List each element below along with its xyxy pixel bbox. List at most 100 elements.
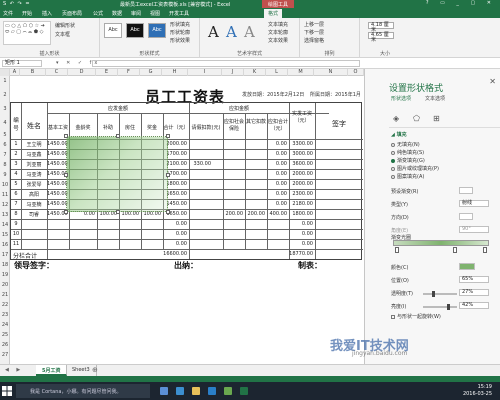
bring-forward-button[interactable]: 上移一层 [304,21,324,28]
row-header[interactable]: 3 [0,106,10,112]
row-header[interactable]: 17 [0,252,10,258]
row-leave-deduct[interactable]: 330.00 [189,161,212,167]
add-sheet-icon[interactable]: ⊕ [92,366,98,374]
wordart-style-gray[interactable]: A [244,23,255,41]
slider-thumb[interactable] [432,291,435,297]
text-box-button[interactable]: 文本框 [55,31,70,38]
slider-thumb[interactable] [447,304,450,310]
row-total[interactable]: 0.00 [163,241,187,247]
transparency-input[interactable]: 27% [459,289,489,296]
column-header[interactable]: G [140,69,162,76]
row-basic[interactable]: 1450.00 [47,191,68,197]
edit-shape-button[interactable]: 编辑形状 [55,22,75,29]
tab-format[interactable]: 格式 [264,9,283,18]
selection-pane-button[interactable]: 选择窗格 [304,37,324,44]
sheet-nav-arrows[interactable]: ◀ ▶ [5,367,23,373]
row-header[interactable]: 13 [0,212,10,218]
row-basic[interactable]: 1450.00 [47,141,68,147]
row-header[interactable]: 18 [0,262,10,268]
style-button-blue[interactable]: Abc [148,23,166,38]
row-name[interactable]: 刘亚丽 [21,161,47,168]
sheet-tab-may-salary[interactable]: 5月工资 [36,365,68,376]
column-header[interactable]: B [20,69,46,76]
column-header[interactable]: N [314,69,348,76]
transparency-slider[interactable] [423,291,457,297]
row-header[interactable]: 9 [0,172,10,178]
row-actual[interactable]: 2000.00 [289,181,313,187]
resize-handle[interactable] [166,134,170,138]
row-deduct-total[interactable]: 0.00 [267,161,287,167]
row-header[interactable]: 14 [0,222,10,228]
row-name[interactable]: 马亚楠 [21,201,47,208]
shape-effects-button[interactable]: 形状效果 [170,37,190,44]
tab-file[interactable]: 文件 [3,9,13,18]
row-name[interactable]: 王立明 [21,141,47,148]
edge-icon[interactable] [176,387,184,395]
column-header[interactable]: D [68,69,96,76]
row-header[interactable]: 10 [0,182,10,188]
column-header[interactable]: C [46,69,68,76]
row-actual[interactable]: 0.00 [289,231,313,237]
row-deduct-total[interactable]: 0.00 [267,191,287,197]
gradient-stop-handle[interactable] [483,247,487,253]
text-effects-button[interactable]: 文本效果 [268,37,288,44]
store-icon[interactable] [208,387,216,395]
name-box[interactable]: 矩形 1 [2,60,42,67]
close-icon[interactable]: ✕ [489,77,496,86]
brightness-input[interactable]: 42% [459,302,489,309]
row-actual[interactable]: 2180.00 [289,201,313,207]
wordart-style-plain[interactable]: A [208,23,219,41]
color-picker[interactable] [459,263,475,270]
pentagon-icon[interactable]: ⬠ [413,114,420,123]
text-fill-button[interactable]: 文本填充 [268,21,288,28]
fill-section-header[interactable]: ◢ 填充 [391,131,407,138]
tab-shape-options[interactable]: 形状选项 [391,95,411,102]
row-basic[interactable]: 1450.00 [47,151,68,157]
row-basic[interactable]: 1450.00 [47,201,68,207]
row-header[interactable]: 15 [0,232,10,238]
tab-home[interactable]: 开始 [22,9,32,18]
row-other-deduct[interactable]: 200.00 [245,211,266,217]
rotate-with-shape-checkbox[interactable]: 与形状一起旋转(W) [391,313,441,320]
row-total[interactable]: 0.00 [163,221,187,227]
row-header[interactable]: 20 [0,282,10,288]
row-header[interactable]: 26 [0,342,10,348]
tab-data[interactable]: 数据 [112,9,122,18]
resize-handle[interactable] [116,134,120,138]
subtotal-actual[interactable]: 18770.00 [289,251,313,257]
type-dropdown[interactable]: 射线 [459,200,489,207]
row-header[interactable]: 1 [0,78,10,84]
row-header[interactable]: 21 [0,292,10,298]
row-header[interactable]: 6 [0,142,10,148]
column-header[interactable]: M [288,69,314,76]
row-actual[interactable]: 2000.00 [289,171,313,177]
resize-handle[interactable] [64,210,68,214]
shape-width-input[interactable]: 4.65 厘米 [368,32,394,43]
row-actual[interactable]: 0.00 [289,221,313,227]
row-header[interactable]: 24 [0,322,10,328]
radio-no-fill[interactable]: 无填充(N) [391,141,420,148]
shape-fill-button[interactable]: 形状填充 [170,21,190,28]
preset-gradient-dropdown[interactable] [459,187,473,194]
window-controls[interactable]: ? ▭ _ ▢ ✕ [426,0,496,6]
cortana-search-box[interactable]: 我是 Cortana，小娜。有问题尽管问我。 [16,384,150,398]
column-header[interactable]: L [266,69,288,76]
row-total[interactable]: 0.00 [163,231,187,237]
tab-view[interactable]: 视图 [150,9,160,18]
column-header[interactable]: J [222,69,244,76]
row-actual[interactable]: 2300.00 [289,191,313,197]
column-header[interactable]: K [244,69,266,76]
position-input[interactable]: 65% [459,276,489,283]
quick-access-toolbar[interactable]: S ↶ ↷ = [3,1,31,7]
row-header[interactable]: 12 [0,202,10,208]
row-deduct-total[interactable]: 0.00 [267,181,287,187]
app-icon[interactable] [224,387,232,395]
row-deduct-total[interactable]: 0.00 [267,201,287,207]
radio-gradient-fill[interactable]: 渐变填充(G) [391,157,425,164]
selected-gradient-rectangle[interactable] [64,134,170,214]
column-header[interactable]: I [188,69,222,76]
row-deduct-total[interactable]: 0.00 [267,171,287,177]
column-header[interactable]: F [118,69,140,76]
subtotal-total[interactable]: 16600.00 [163,251,187,257]
shape-outline-button[interactable]: 形状轮廓 [170,29,190,36]
